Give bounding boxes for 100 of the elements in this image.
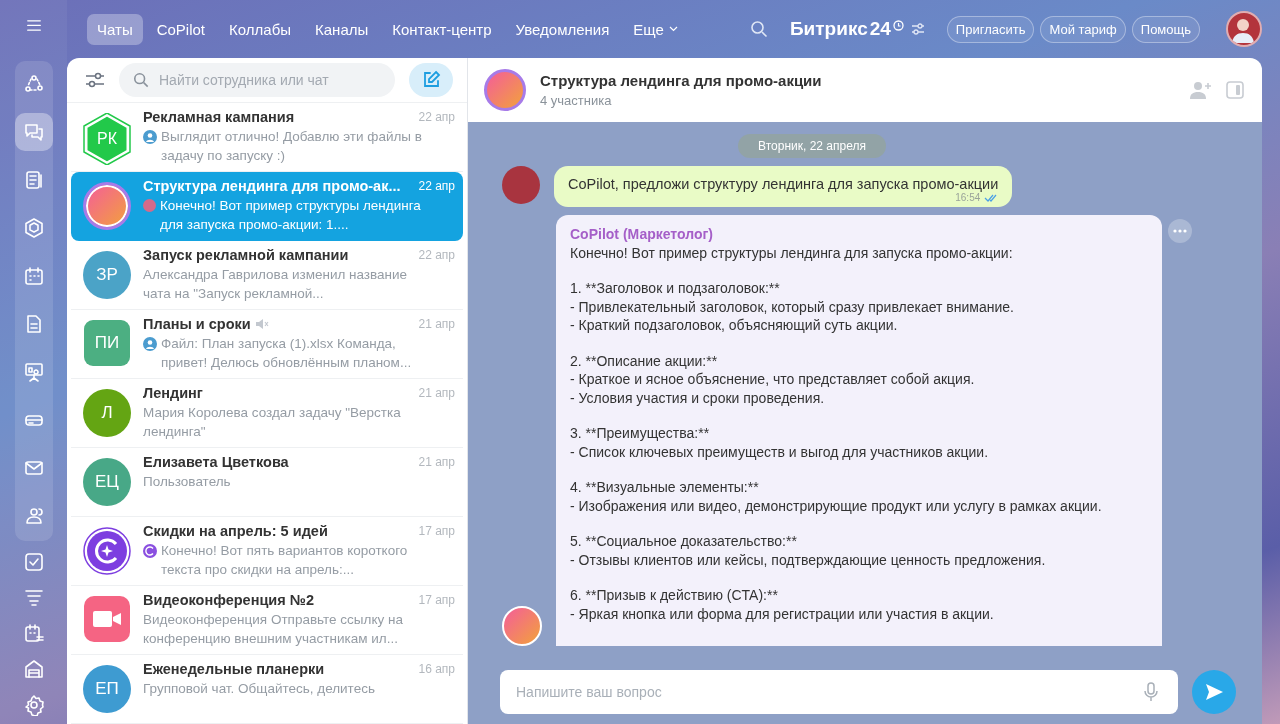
chat-date: 22 апр: [418, 110, 455, 124]
chat-date: 17 апр: [418, 524, 455, 538]
add-user-icon[interactable]: [1190, 81, 1212, 99]
message-line: - Отзывы клиентов или кейсы, подтверждающие ценность предложения.: [570, 550, 1047, 569]
initials-avatar: ЕП: [83, 665, 131, 713]
message-author: CoPilot (Маркетолог): [570, 225, 714, 244]
logo-text: Битрикс: [789, 18, 868, 40]
header-button[interactable]: Мой тариф: [1040, 15, 1126, 43]
nav-tab[interactable]: Контакт-центр: [382, 13, 502, 45]
message-line: Конечно! Вот пример структуры лендинга для запуска промо-акции:: [570, 243, 1014, 262]
message-text: CoPilot, предложи структуру лендинга для запуска промо-акции: [568, 176, 999, 192]
message-line: - Список ключевых преимуществ и выгод для участников акции.: [570, 442, 990, 461]
chat-title: Скидки на апрель: 5 идей: [143, 523, 328, 539]
chat-title: Лендинг: [143, 385, 203, 401]
caret-icon: [668, 26, 678, 32]
chat-list-item[interactable]: ПИ Планы и сроки 21 апр Файл: План запуска (1).xlsx Команда, привет! Делюсь обновлённым планом...: [71, 310, 463, 379]
chat-date: 22 апр: [418, 248, 455, 262]
copilot-icon: [143, 544, 157, 558]
chat-title: Еженедельные планерки: [143, 661, 325, 677]
chat-list-item[interactable]: ЗР Запуск рекламной кампании 22 апр Александра Гаврилова изменил название чата на "Запуск рекламной...: [71, 241, 463, 310]
chat-title: Структура лендинга для промо-ак...: [143, 178, 401, 194]
message-time: 16:54: [955, 192, 981, 203]
chat-title: Видеоконференция №2: [143, 592, 314, 608]
clock-icon: [892, 20, 904, 31]
search-icon[interactable]: [749, 20, 768, 38]
nav-tab[interactable]: Уведомления: [505, 13, 620, 45]
chat-list-item[interactable]: Л Лендинг 21 апр Мария Королева создал задачу "Верстка лендинга": [71, 379, 463, 448]
header-button[interactable]: Пригласить: [946, 15, 1035, 43]
user-icon: [143, 337, 157, 351]
nav-tab[interactable]: Коллабы: [219, 13, 301, 45]
dots-icon: [1173, 229, 1187, 233]
chat-date: 21 апр: [418, 317, 455, 331]
chat-date: 21 апр: [418, 386, 455, 400]
send-icon: [1204, 682, 1224, 702]
message-line: 5. **Социальное доказательство:**: [570, 532, 798, 551]
filter-icon[interactable]: [85, 72, 105, 88]
chat-preview: Александра Гаврилова изменил название чата на "Запуск рекламной...: [143, 266, 409, 303]
chat-preview: Конечно! Вот пять вариантов короткого текста про скидки на апрель:...: [161, 542, 409, 579]
more-button[interactable]: [1168, 219, 1192, 243]
message-line: - Краткое и ясное объяснение, что представляет собой акция.: [570, 370, 976, 389]
nav-tab[interactable]: Каналы: [305, 13, 379, 45]
chat-icon[interactable]: [14, 113, 53, 151]
chat-date: 17 апр: [418, 593, 455, 607]
initials-avatar: ЗР: [83, 251, 131, 299]
chat-title: Елизавета Цветкова: [143, 454, 289, 470]
search-field[interactable]: Найти сотрудника или чат: [119, 63, 395, 97]
initials-avatar: ПИ: [84, 320, 130, 366]
nav-tab[interactable]: CoPilot: [146, 13, 216, 45]
date-divider: Вторник, 22 апреля: [738, 134, 886, 158]
message-line: - Яркая кнопка или форма для регистрации или участия в акции.: [570, 604, 995, 623]
chat-list-item[interactable]: ЕЦ Елизавета Цветкова 21 апр Пользователь: [71, 448, 463, 517]
sliders-icon[interactable]: [910, 23, 925, 35]
message-line: - Привлекательный заголовок, который сразу привлекает внимание.: [570, 297, 1015, 316]
chat-date: 16 апр: [418, 662, 455, 676]
message-line: 3. **Преимущества:**: [570, 424, 711, 443]
microphone-icon[interactable]: [1144, 682, 1158, 702]
message-line: - Краткий подзаголовок, объясняющий суть акции.: [570, 316, 899, 335]
chat-preview: Мария Королева создал задачу "Верстка лендинга": [143, 404, 402, 441]
edit-icon: [421, 70, 441, 90]
initials-avatar: ЕЦ: [83, 458, 131, 506]
group-avatar: РК: [82, 113, 132, 165]
chat-date: 22 апр: [418, 179, 455, 193]
chat-preview: Групповой чат. Общайтесь, делитесь: [143, 680, 376, 698]
message-line: - Условия участия и сроки проведения.: [570, 388, 826, 407]
chat-preview: Файл: План запуска (1).xlsx Команда, привет! Делюсь обновлённым планом...: [161, 335, 413, 372]
chat-title: Планы и сроки: [143, 316, 251, 332]
chat-title: Рекламная кампания: [143, 109, 295, 125]
message-line: - Изображения или видео, демонстрирующие продукт или услугу в рамках акции.: [570, 496, 1103, 515]
send-button[interactable]: [1192, 670, 1236, 714]
sidebar-toggle-icon[interactable]: [1226, 81, 1244, 99]
sender-avatar: [143, 199, 156, 212]
more-tab[interactable]: Еще: [623, 13, 688, 45]
chat-preview: Пользователь: [143, 473, 232, 491]
participants-count[interactable]: 4 участника: [540, 93, 1176, 108]
header-button[interactable]: Помощь: [1131, 15, 1200, 43]
chat-list-item[interactable]: Видеоконференция №2 17 апр Видеоконференция Отправьте ссылку на конференцию внешним участникам ил...: [71, 586, 463, 655]
user-icon: [143, 130, 157, 144]
nav-tab[interactable]: Чаты: [87, 13, 143, 45]
user-avatar[interactable]: [1226, 11, 1262, 47]
chat-list-item[interactable]: Скидки на апрель: 5 идей 17 апр Конечно! Вот пять вариантов короткого текста про скидки на апрель:...: [71, 517, 463, 586]
message-line: 4. **Визуальные элементы:**: [570, 478, 760, 497]
sender-avatar: [502, 166, 540, 204]
message-line: 1. **Заголовок и подзаголовок:**: [570, 279, 781, 298]
new-chat-button[interactable]: [409, 63, 453, 97]
message-input[interactable]: Напишите ваш вопрос: [500, 670, 1178, 714]
chat-preview: Видеоконференция Отправьте ссылку на конференцию внешним участникам ил...: [143, 611, 404, 648]
initials-avatar: Л: [83, 389, 131, 437]
sender-avatar: [502, 606, 542, 646]
chat-preview: Конечно! Вот пример структуры лендинга для запуска промо-акции: 1....: [160, 197, 422, 234]
message-line: 6. **Призыв к действию (CTA):**: [570, 586, 779, 605]
chat-list-item[interactable]: Структура лендинга для промо-ак... 22 апр Конечно! Вот пример структуры лендинга для запуска промо-акции: 1....: [71, 172, 463, 241]
logo-number: 24: [869, 18, 891, 40]
chat-title: Запуск рекламной кампании: [143, 247, 349, 263]
photo-placeholder: [484, 69, 526, 111]
search-icon: [133, 72, 149, 88]
chat-preview: Выглядит отлично! Добавлю эти файлы в задачу по запуску :): [161, 128, 423, 165]
read-checkmarks-icon: [984, 193, 999, 202]
menu-icon[interactable]: [24, 20, 43, 31]
chat-list-item[interactable]: ЕП Еженедельные планерки 16 апр Групповой чат. Общайтесь, делитесь: [71, 655, 463, 724]
message-line: 2. **Описание акции:**: [570, 351, 719, 370]
